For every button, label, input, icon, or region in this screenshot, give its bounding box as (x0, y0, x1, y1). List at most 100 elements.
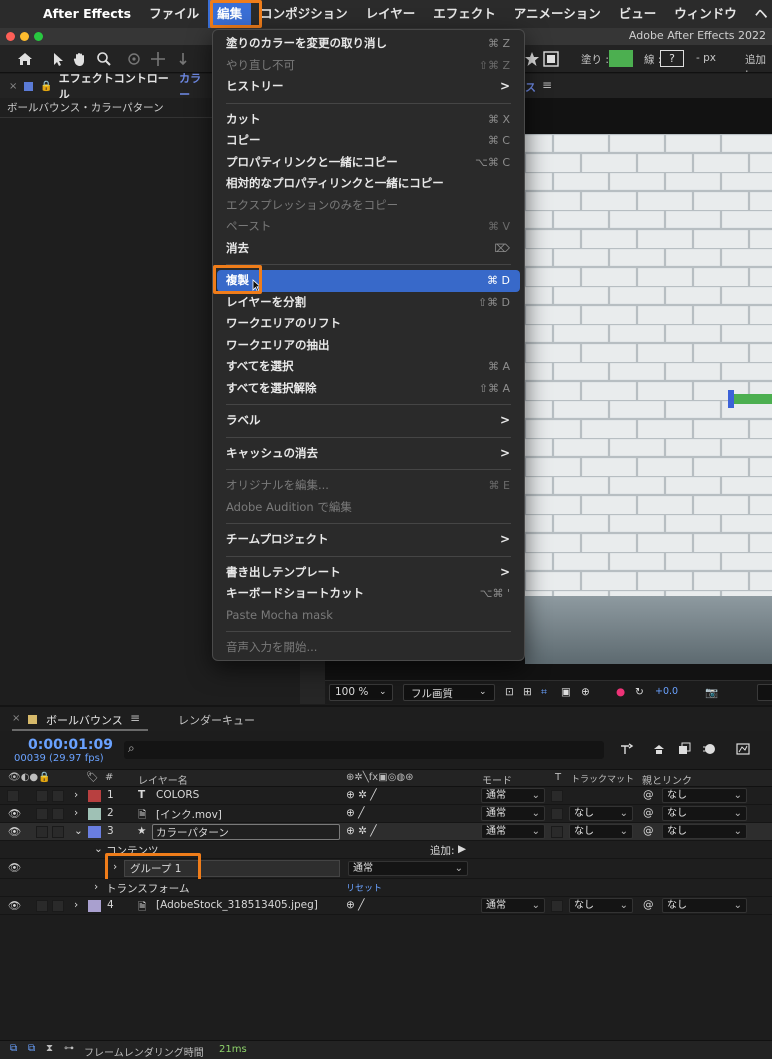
home-icon[interactable] (17, 51, 33, 67)
menu-item-label-submenu[interactable]: ラベル > (213, 410, 524, 432)
render-queue-tab[interactable]: レンダーキュー (178, 712, 255, 728)
group-name[interactable]: グループ 1 (130, 861, 181, 876)
pick-whip-icon[interactable]: @ (643, 899, 654, 911)
eye-icon[interactable]: 👁 (8, 825, 21, 838)
mode-dropdown[interactable]: 通常 ⌄ (481, 824, 545, 839)
modes-pane-icon[interactable]: ⧉ (28, 1043, 35, 1054)
menu-item-team-project[interactable]: チームプロジェクト > (213, 529, 524, 551)
fill-options-icon[interactable] (543, 51, 559, 67)
zoom-tool-icon[interactable] (96, 51, 112, 67)
lock-toggle[interactable] (52, 790, 64, 802)
layer-handle[interactable] (728, 390, 734, 408)
table-row[interactable]: 👁 › 2 🗎 [インク.mov] ⊕ ╱ 通常 ⌄ なし ⌄ @ なし ⌄ (0, 805, 772, 823)
layer-switches-pane-icon[interactable]: ⧉ (10, 1043, 17, 1054)
zoom-window-button[interactable] (34, 32, 43, 41)
column-layer-name[interactable]: レイヤー名 (138, 772, 188, 787)
layer-name[interactable]: [インク.mov] (156, 807, 222, 822)
group-mode-dropdown[interactable]: 通常 ⌄ (348, 861, 468, 876)
menu-item-extract-work-area[interactable]: ワークエリアの抽出 (213, 335, 524, 357)
panel-menu-icon[interactable]: ≡ (130, 711, 140, 725)
chevron-right-icon[interactable]: › (113, 861, 117, 873)
menu-file[interactable]: ファイル (140, 0, 208, 28)
preserve-transparency-toggle[interactable] (551, 826, 563, 838)
mode-dropdown[interactable]: 通常 ⌄ (481, 898, 545, 913)
current-timecode[interactable]: 0:00:01:09 (28, 737, 113, 753)
transform-row[interactable]: › トランスフォーム リセット (0, 879, 772, 897)
layer-name[interactable]: カラーパターン (156, 825, 229, 840)
menu-item-deselect-all[interactable]: すべてを選択解除 ⇧⌘ A (213, 378, 524, 400)
dolly-tool-icon[interactable] (175, 51, 191, 67)
contents-row[interactable]: ⌄ コンテンツ 追加: ▶ (0, 841, 772, 859)
layer-label-color[interactable] (88, 900, 101, 912)
reset-link[interactable]: リセット (346, 881, 382, 894)
menu-app[interactable]: After Effects (34, 0, 140, 28)
menu-help[interactable]: ヘ (746, 0, 772, 28)
pick-whip-icon[interactable]: @ (643, 807, 654, 819)
menu-animation[interactable]: アニメーション (505, 0, 610, 28)
chevron-right-icon[interactable]: › (94, 881, 98, 893)
menu-item-copy-with-property-links[interactable]: プロパティリンクと一緒にコピー ⌥⌘ C (213, 152, 524, 174)
parent-dropdown[interactable]: なし ⌄ (662, 898, 747, 913)
menu-edit[interactable]: 編集 (208, 0, 252, 28)
layer-switches[interactable]: ⊕ ╱ (346, 807, 364, 819)
lock-toggle[interactable] (52, 826, 64, 838)
layer-name[interactable]: [AdobeStock_318513405.jpeg] (156, 899, 318, 911)
in-out-pane-icon[interactable]: ⧗ (46, 1043, 53, 1054)
menu-item-copy-with-relative-property-links[interactable]: 相対的なプロパティリンクと一緒にコピー (213, 173, 524, 195)
menu-item-copy[interactable]: コピー ⌘ C (213, 130, 524, 152)
track-matte-dropdown[interactable]: なし ⌄ (569, 824, 633, 839)
fill-color-swatch[interactable] (609, 50, 633, 67)
render-time-pane-icon[interactable]: ⊶ (64, 1043, 74, 1054)
eye-icon[interactable]: 👁 (8, 807, 21, 820)
snapshot-icon[interactable]: 📷 (705, 686, 718, 699)
color-channel-icon[interactable]: ● (616, 686, 625, 698)
layer-switches[interactable]: ⊕ ✲ ╱ (346, 825, 377, 837)
solo-toggle[interactable] (36, 900, 48, 912)
add-label[interactable]: 追加: (430, 843, 455, 858)
lock-toggle[interactable] (52, 808, 64, 820)
mode-dropdown[interactable]: 通常 ⌄ (481, 788, 545, 803)
menu-item-keyboard-shortcuts[interactable]: キーボードショートカット ⌥⌘ ' (213, 583, 524, 605)
region-of-interest-icon[interactable]: ⊡ (505, 686, 514, 698)
chevron-right-icon[interactable]: › (74, 807, 78, 819)
menu-item-templates[interactable]: 書き出しテンプレート > (213, 562, 524, 584)
close-icon[interactable]: × (9, 81, 17, 92)
menu-item-undo[interactable]: 塗りのカラーを変更の取り消し ⌘ Z (213, 33, 524, 55)
layer-label-color[interactable] (88, 826, 101, 838)
table-row[interactable]: › 1 T COLORS ⊕ ✲ ╱ 通常 ⌄ @ なし ⌄ (0, 787, 772, 805)
guides-icon[interactable]: ▣ (561, 686, 571, 698)
puppet-pin-icon[interactable] (524, 51, 540, 67)
stroke-color-swatch[interactable]: ? (660, 50, 684, 67)
view-layout-dropdown[interactable] (757, 684, 772, 701)
layer-bounding-line[interactable] (730, 394, 772, 404)
minimize-window-button[interactable] (20, 32, 29, 41)
layer-label-color[interactable] (88, 790, 101, 802)
menu-item-select-all[interactable]: すべてを選択 ⌘ A (213, 356, 524, 378)
menu-item-history[interactable]: ヒストリー > (213, 76, 524, 98)
parent-dropdown[interactable]: なし ⌄ (662, 788, 747, 803)
menu-item-clear[interactable]: 消去 ⌦ (213, 238, 524, 260)
stroke-width-value[interactable]: - px (696, 52, 716, 64)
menu-item-purge[interactable]: キャッシュの消去 > (213, 443, 524, 465)
table-row[interactable]: 👁 › 4 🗎 [AdobeStock_318513405.jpeg] ⊕ ╱ … (0, 897, 772, 915)
comp-mini-flowchart-icon[interactable] (620, 742, 634, 756)
selection-tool-icon[interactable] (50, 51, 66, 67)
close-icon[interactable]: × (12, 713, 20, 724)
solo-toggle[interactable] (36, 826, 48, 838)
group-row[interactable]: 👁 › グループ 1 通常 ⌄ (0, 859, 772, 879)
lock-toggle[interactable] (52, 900, 64, 912)
motion-blur-icon[interactable] (702, 742, 716, 756)
mask-visibility-icon[interactable]: ⌗ (541, 686, 547, 699)
transparency-grid-icon[interactable]: ⊞ (523, 686, 532, 698)
pick-whip-icon[interactable]: @ (643, 789, 654, 801)
parent-dropdown[interactable]: なし ⌄ (662, 824, 747, 839)
menu-item-cut[interactable]: カット ⌘ X (213, 109, 524, 131)
shy-layers-icon[interactable] (652, 742, 666, 756)
chevron-down-icon[interactable]: ⌄ (94, 843, 103, 855)
track-matte-dropdown[interactable]: なし ⌄ (569, 806, 633, 821)
preserve-transparency-toggle[interactable] (551, 790, 563, 802)
eye-icon[interactable]: 👁 (8, 899, 21, 912)
layer-switches[interactable]: ⊕ ╱ (346, 899, 364, 911)
chevron-down-icon[interactable]: ⌄ (74, 825, 83, 837)
menu-view[interactable]: ビュー (610, 0, 666, 28)
